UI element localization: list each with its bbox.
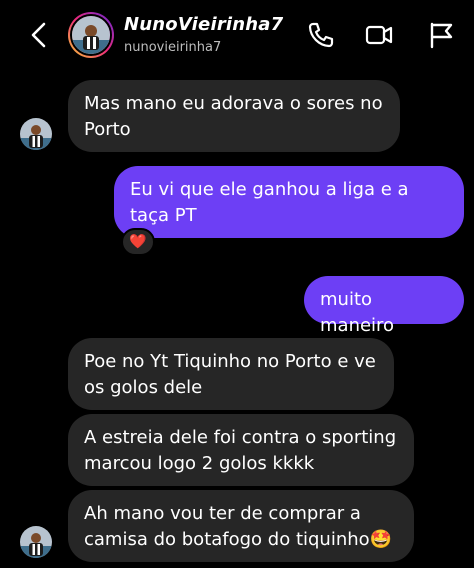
heart-icon: ❤️ xyxy=(129,234,147,250)
profile-avatar[interactable] xyxy=(68,12,114,58)
message-outgoing[interactable]: Eu vi que ele ganhou a liga e a taça PT xyxy=(114,166,464,238)
heart-reaction[interactable]: ❤️ xyxy=(121,228,155,256)
phone-icon[interactable] xyxy=(306,20,336,50)
chat-header: NunoVieirinha7 nunovieirinha7 xyxy=(0,0,474,70)
message-incoming[interactable]: A estreia dele foi contra o sporting mar… xyxy=(68,414,414,486)
message-incoming[interactable]: Mas mano eu adorava o sores no Porto xyxy=(68,80,400,152)
contact-avatar[interactable] xyxy=(20,118,52,150)
message-incoming[interactable]: Ah mano vou ter de comprar a camisa do b… xyxy=(68,490,414,562)
contact-username[interactable]: NunoVieirinha7 xyxy=(124,14,283,35)
flag-icon[interactable] xyxy=(426,20,456,50)
video-camera-icon[interactable] xyxy=(364,20,394,50)
message-outgoing[interactable]: muito maneiro xyxy=(304,276,464,336)
back-chevron-icon[interactable] xyxy=(26,20,52,50)
contact-handle: nunovieirinha7 xyxy=(124,40,222,55)
message-incoming[interactable]: Poe no Yt Tiquinho no Porto e ve os golo… xyxy=(68,338,394,410)
contact-avatar[interactable] xyxy=(20,526,52,558)
